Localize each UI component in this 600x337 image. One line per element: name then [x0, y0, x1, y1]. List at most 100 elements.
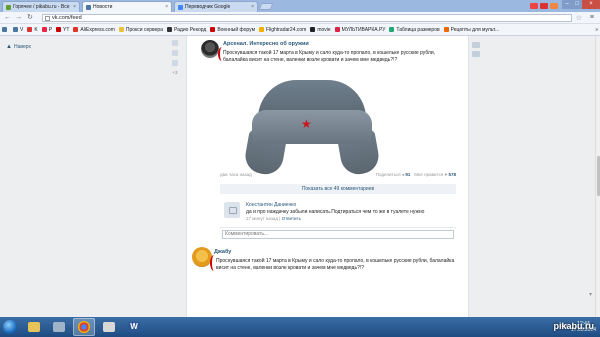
- reply-link[interactable]: Ответить: [282, 216, 301, 221]
- app-icon: [53, 322, 65, 332]
- bookmark-item[interactable]: V: [13, 27, 23, 33]
- tab-google-translate[interactable]: Переводчик Google ×: [174, 1, 258, 12]
- bookmark-item[interactable]: P: [41, 27, 52, 33]
- tab-title: Переводчик Google: [185, 4, 231, 10]
- comment-text: да и про наждачку забыли написать.Подтир…: [246, 209, 425, 215]
- bookmark-item[interactable]: movie: [310, 27, 331, 33]
- bookmark-icon: [334, 27, 340, 32]
- browser-tabstrip: Горячее / pikabu.ru - Все × Новости × Пе…: [0, 0, 600, 12]
- minimize-button[interactable]: –: [562, 0, 572, 9]
- share-label[interactable]: Поделиться: [376, 172, 401, 177]
- address-bar[interactable]: vk.com/feed: [42, 14, 572, 22]
- bookmark-icon: [259, 27, 265, 32]
- maximize-button[interactable]: □: [572, 0, 582, 9]
- like-count: 578: [448, 172, 456, 177]
- reload-icon[interactable]: ↻: [27, 14, 33, 22]
- taskbar-chrome[interactable]: [73, 318, 95, 336]
- group-avatar[interactable]: [201, 40, 219, 58]
- taskbar-word[interactable]: W: [123, 318, 145, 336]
- post-time[interactable]: два часа назад: [220, 172, 252, 177]
- up-arrow-icon: ▲: [6, 44, 12, 50]
- bookmark-icon: [389, 27, 395, 32]
- bookmark-item[interactable]: Flightradar24.com: [259, 27, 306, 33]
- comment-time[interactable]: 17 минут назад: [246, 216, 278, 221]
- red-star-icon: ★: [301, 117, 312, 131]
- chrome-icon: [78, 321, 90, 333]
- back-arrow-icon[interactable]: ←: [4, 14, 11, 22]
- bookmark-item[interactable]: Военный форум: [210, 27, 255, 33]
- tab-news[interactable]: Новости ×: [82, 1, 172, 12]
- post-text: Проснувшаяся такой 17 марта в Крыму и са…: [216, 258, 455, 271]
- camera-placeholder-avatar[interactable]: [224, 202, 240, 218]
- comment-meta: 17 минут назад | Ответить: [246, 216, 301, 221]
- bookmark-item[interactable]: K: [27, 27, 38, 33]
- bookmark-item[interactable]: AliExpress.com: [73, 27, 115, 33]
- comment-input[interactable]: Комментировать...: [222, 230, 454, 239]
- menu-icon[interactable]: ≡: [590, 14, 594, 21]
- scroll-to-top-link[interactable]: ▲ Наверх: [6, 44, 31, 50]
- taskbar-app[interactable]: [48, 318, 70, 336]
- post-image[interactable]: ★: [242, 80, 382, 177]
- scroll-down-icon[interactable]: ▾: [589, 291, 592, 298]
- bookmark-star-icon[interactable]: ☆: [576, 14, 582, 22]
- start-button[interactable]: [0, 317, 20, 337]
- bookmark-item[interactable]: Таблица размеров: [389, 27, 440, 33]
- google-translate-favicon-icon: [178, 4, 183, 10]
- bookmark-icon: [166, 27, 172, 32]
- close-tab-icon[interactable]: ×: [73, 4, 76, 10]
- post-text: Проснувшаяся такой 17 марта в Крыму и са…: [223, 50, 436, 63]
- taskbar-app[interactable]: [98, 318, 120, 336]
- url-text: vk.com/feed: [52, 15, 82, 21]
- share-count: 91: [405, 172, 411, 177]
- taskbar-explorer[interactable]: [23, 318, 45, 336]
- tab-pikabu[interactable]: Горячее / pikabu.ru - Все ×: [2, 1, 80, 12]
- page-icon: [45, 16, 50, 21]
- windows-taskbar: W RU 12:44 17.03.2014: [0, 317, 600, 337]
- close-window-button[interactable]: ×: [582, 0, 600, 9]
- author-avatar[interactable]: [192, 247, 212, 267]
- bookmark-item[interactable]: Рецепты для мульт...: [443, 27, 499, 33]
- feed-side-controls: +3: [168, 40, 182, 75]
- bookmark-item[interactable]: Радио Рекорд: [166, 27, 206, 33]
- app-icon: [103, 322, 115, 332]
- tab-title: Горячее / pikabu.ru - Все: [13, 4, 70, 10]
- new-tab-button[interactable]: [258, 3, 274, 10]
- post-footer: два часа назад Поделиться ◂ 91 Мне нрави…: [220, 172, 456, 177]
- bookmark-icon: [443, 27, 449, 32]
- bookmark-item[interactable]: МУЛЬТИВАРКА.РУ: [334, 27, 385, 33]
- feed-filter-icon[interactable]: [172, 50, 178, 56]
- bookmark-item[interactable]: [2, 27, 9, 32]
- tab-title: Новости: [93, 4, 113, 10]
- report-post-icon[interactable]: [472, 51, 480, 57]
- bookmark-icon: [27, 27, 33, 32]
- vk-favicon-icon: [86, 4, 91, 10]
- page-scrollbar[interactable]: [595, 36, 600, 317]
- feed-filter-icon[interactable]: [172, 40, 178, 46]
- close-tab-icon[interactable]: ×: [251, 4, 254, 10]
- pikabu-favicon-icon: [6, 4, 11, 10]
- forward-arrow-icon[interactable]: →: [15, 14, 22, 22]
- extension-icon[interactable]: [540, 3, 548, 9]
- bookmark-icon: [310, 27, 316, 32]
- feed-filter-icon[interactable]: [172, 60, 178, 66]
- bookmark-icon: [118, 27, 124, 32]
- extension-icon[interactable]: [530, 3, 538, 9]
- like-label[interactable]: Мне нравится: [414, 172, 443, 177]
- bookmark-item[interactable]: Прокси сервера: [118, 27, 163, 33]
- folder-icon: [28, 322, 40, 332]
- bookmarks-bar: V K P YT AliExpress.com Прокси сервера Р…: [0, 24, 600, 36]
- bookmark-item[interactable]: YT: [56, 27, 69, 33]
- comment-author-link[interactable]: Константин Даниенко: [246, 202, 296, 208]
- comment: Константин Даниенко да и про наждачку за…: [220, 198, 456, 228]
- bookmark-icon: [2, 27, 7, 32]
- post-author-link[interactable]: Арсенал. Интересно об оружии: [223, 41, 309, 47]
- extension-icon[interactable]: [550, 3, 558, 9]
- windows-logo-icon: [3, 320, 17, 334]
- bookmark-icon: [210, 27, 216, 32]
- show-all-comments-button[interactable]: Показать все 49 комментариев: [220, 184, 456, 194]
- more-bookmarks-button[interactable]: »: [595, 27, 598, 33]
- hide-post-icon[interactable]: [472, 42, 480, 48]
- close-tab-icon[interactable]: ×: [165, 4, 168, 10]
- extension-icons: [530, 3, 558, 9]
- watermark: pikabu.ru: [553, 321, 594, 331]
